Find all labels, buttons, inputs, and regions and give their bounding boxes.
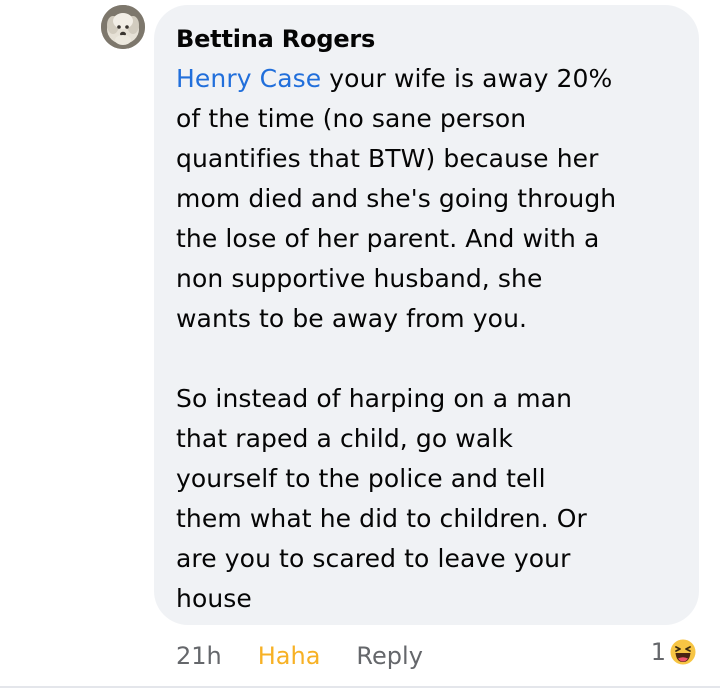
- comment-actions: 21h Haha Reply: [176, 634, 423, 678]
- comment-line: So instead of harping on a man: [176, 384, 573, 413]
- comment-line: are you to scared to leave your: [176, 544, 571, 573]
- haha-reaction-button[interactable]: Haha: [258, 642, 321, 670]
- comment-line: them what he did to children. Or: [176, 504, 587, 533]
- comment-divider: [0, 686, 720, 688]
- comment-line: yourself to the police and tell: [176, 464, 546, 493]
- comment-paragraph-2: So instead of harping on a man that rape…: [176, 379, 677, 619]
- haha-emoji-icon: [668, 637, 698, 667]
- reply-button[interactable]: Reply: [356, 642, 422, 670]
- reaction-summary[interactable]: 1: [651, 632, 698, 672]
- comment-body: Henry Case your wife is away 20% of the …: [176, 59, 677, 619]
- author-avatar[interactable]: [101, 5, 145, 49]
- dog-avatar-icon: [101, 5, 145, 49]
- comment-line: that raped a child, go walk: [176, 424, 513, 453]
- comment-line: house: [176, 584, 252, 613]
- comment-line: wants to be away from you.: [176, 304, 528, 333]
- comment-line: mom died and she's going through: [176, 184, 617, 213]
- comment-line: Henry Case your wife is away 20%: [176, 59, 677, 99]
- comment-line: the lose of her parent. And with a: [176, 224, 600, 253]
- comment-author-name[interactable]: Bettina Rogers: [176, 19, 677, 59]
- mention-link[interactable]: Henry Case: [176, 64, 321, 93]
- comment-line: non supportive husband, she: [176, 264, 543, 293]
- comment-line-text: your wife is away 20%: [321, 64, 613, 93]
- comment-line: of the time (no sane person: [176, 104, 527, 133]
- comment-container: Bettina Rogers Henry Case your wife is a…: [0, 0, 720, 689]
- comment-paragraph-1: Henry Case your wife is away 20% of the …: [176, 59, 677, 339]
- comment-bubble: Bettina Rogers Henry Case your wife is a…: [154, 5, 699, 625]
- comment-timestamp[interactable]: 21h: [176, 642, 222, 670]
- comment-line: quantifies that BTW) because her: [176, 144, 599, 173]
- reaction-count: 1: [650, 638, 666, 666]
